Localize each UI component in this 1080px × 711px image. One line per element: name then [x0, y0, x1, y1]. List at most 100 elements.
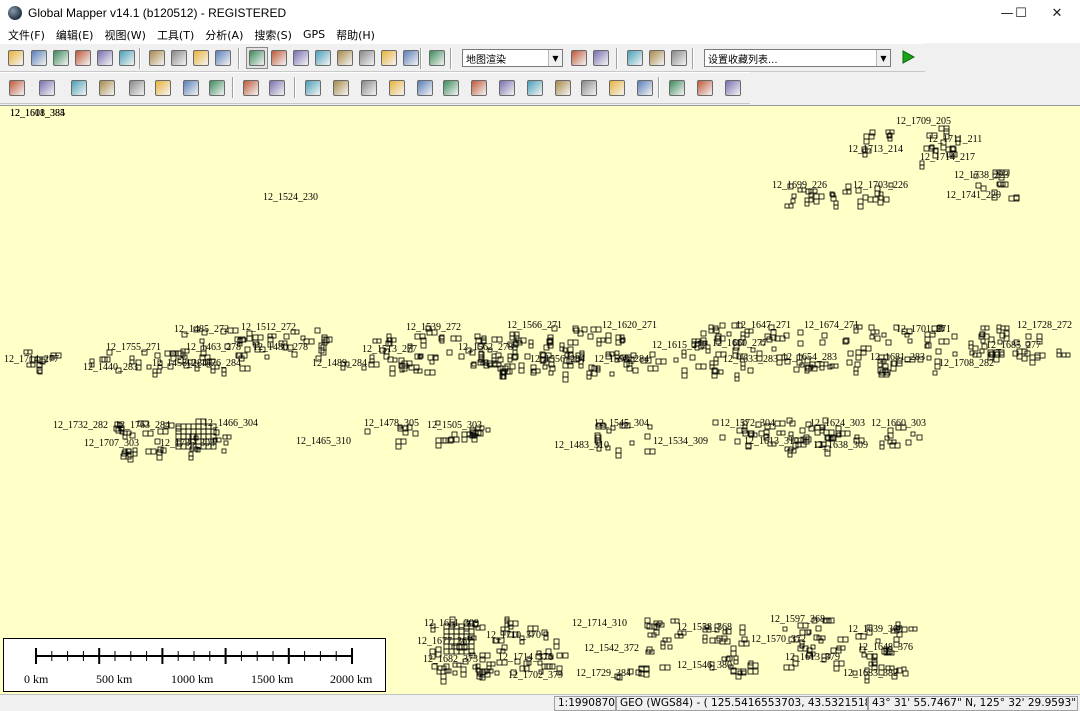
map-tile[interactable]: [714, 637, 721, 644]
map-tile[interactable]: [1021, 355, 1028, 362]
map-tile[interactable]: [1056, 352, 1062, 358]
map-tile[interactable]: [246, 335, 253, 342]
map-tile[interactable]: [257, 334, 264, 341]
map-tile[interactable]: [400, 438, 407, 445]
map-tile[interactable]: [993, 356, 1000, 363]
map-tile[interactable]: [132, 451, 138, 457]
map-tile[interactable]: [702, 634, 708, 640]
map-tile[interactable]: [1034, 352, 1041, 359]
map-tile[interactable]: [1004, 325, 1010, 331]
map-tile[interactable]: [810, 644, 816, 650]
map-tile[interactable]: [660, 644, 666, 650]
map-tile[interactable]: [509, 335, 515, 341]
map-tile[interactable]: [644, 433, 651, 440]
map-tile[interactable]: [127, 456, 134, 463]
map-tile[interactable]: [910, 431, 916, 437]
map-tile[interactable]: [429, 359, 435, 365]
map-tile[interactable]: [180, 428, 187, 435]
map-tile[interactable]: [799, 427, 806, 434]
map-tile[interactable]: [721, 635, 728, 642]
map-view[interactable]: 12_1709_205 12_1711_211 12_1713_214 12_1714…: [0, 105, 1080, 694]
map-tile[interactable]: [804, 197, 810, 203]
insert-vertex-button[interactable]: [240, 77, 262, 99]
map-tile[interactable]: [453, 436, 460, 443]
map-tile[interactable]: [972, 345, 979, 352]
delete-vertex-button[interactable]: [266, 77, 288, 99]
undo-button[interactable]: [694, 77, 716, 99]
map-tile[interactable]: [865, 345, 872, 352]
map-tile[interactable]: [412, 430, 419, 437]
map-tile[interactable]: [185, 428, 192, 435]
map-tile[interactable]: [596, 341, 602, 347]
map-tile[interactable]: [868, 324, 875, 331]
map-tile[interactable]: [188, 451, 194, 457]
map-tile[interactable]: [797, 329, 804, 336]
map-tile[interactable]: [321, 339, 328, 346]
map-tile[interactable]: [320, 344, 327, 351]
shade-button[interactable]: [400, 47, 422, 69]
map-tile[interactable]: [373, 361, 380, 368]
map-tile[interactable]: [1029, 359, 1036, 366]
info-button[interactable]: [312, 47, 334, 69]
map-tile[interactable]: [150, 448, 157, 455]
map-tile[interactable]: [646, 646, 653, 653]
map-tile[interactable]: [452, 670, 458, 676]
map-tile[interactable]: [734, 376, 740, 382]
map-tile[interactable]: [861, 652, 867, 658]
map-tile[interactable]: [649, 351, 656, 358]
save-button[interactable]: [28, 47, 50, 69]
map-tile[interactable]: [420, 342, 427, 349]
map-tile[interactable]: [446, 349, 453, 356]
map-tile[interactable]: [572, 339, 579, 346]
map-tile[interactable]: [222, 434, 228, 440]
map-tile[interactable]: [868, 661, 874, 667]
map-tile[interactable]: [787, 452, 793, 458]
map-tile[interactable]: [709, 637, 716, 644]
map-tile[interactable]: [737, 670, 743, 676]
binoculars-button[interactable]: [426, 47, 448, 69]
map-tile[interactable]: [813, 198, 820, 205]
map-tile[interactable]: [869, 334, 875, 340]
map-tile[interactable]: [468, 628, 475, 635]
map-tile[interactable]: [924, 343, 930, 349]
map-tile[interactable]: [541, 663, 548, 670]
map-tile[interactable]: [632, 367, 639, 374]
map-tile[interactable]: [905, 439, 912, 446]
zoom-out-button[interactable]: [168, 47, 190, 69]
menu-gps[interactable]: GPS: [299, 28, 329, 41]
map-tile[interactable]: [786, 417, 793, 424]
map-tile[interactable]: [450, 335, 457, 342]
combine-button[interactable]: [358, 77, 380, 99]
map-tile[interactable]: [590, 326, 597, 333]
map-tile[interactable]: [901, 666, 907, 672]
map-tile[interactable]: [1036, 333, 1043, 340]
map-tile[interactable]: [666, 637, 672, 643]
map-tile[interactable]: [1065, 352, 1071, 358]
map-tile[interactable]: [175, 423, 182, 430]
map-tile[interactable]: [833, 200, 839, 206]
map-tile[interactable]: [980, 325, 986, 331]
map-tile[interactable]: [980, 338, 986, 344]
map-tile[interactable]: [364, 428, 371, 435]
map-tile[interactable]: [719, 638, 726, 645]
map-tile[interactable]: [321, 334, 328, 341]
map-tile[interactable]: [715, 351, 722, 358]
map-tile[interactable]: [774, 420, 781, 427]
map-tile[interactable]: [461, 436, 468, 443]
clip-button[interactable]: [634, 77, 656, 99]
map-tile[interactable]: [543, 635, 549, 641]
zoom-in-button[interactable]: [146, 47, 168, 69]
map-tile[interactable]: [152, 372, 158, 378]
map-tile[interactable]: [1024, 350, 1031, 357]
map-tile[interactable]: [678, 633, 684, 639]
rotate-button[interactable]: [96, 77, 118, 99]
map-tile[interactable]: [508, 624, 514, 630]
map-tile[interactable]: [543, 631, 549, 637]
map-tile[interactable]: [863, 133, 870, 140]
map-tile[interactable]: [556, 652, 563, 659]
map-tile[interactable]: [874, 329, 880, 335]
map-tile[interactable]: [177, 350, 184, 357]
home-button[interactable]: [212, 47, 234, 69]
edit-feature-button[interactable]: [180, 77, 202, 99]
map-tile[interactable]: [660, 358, 667, 365]
